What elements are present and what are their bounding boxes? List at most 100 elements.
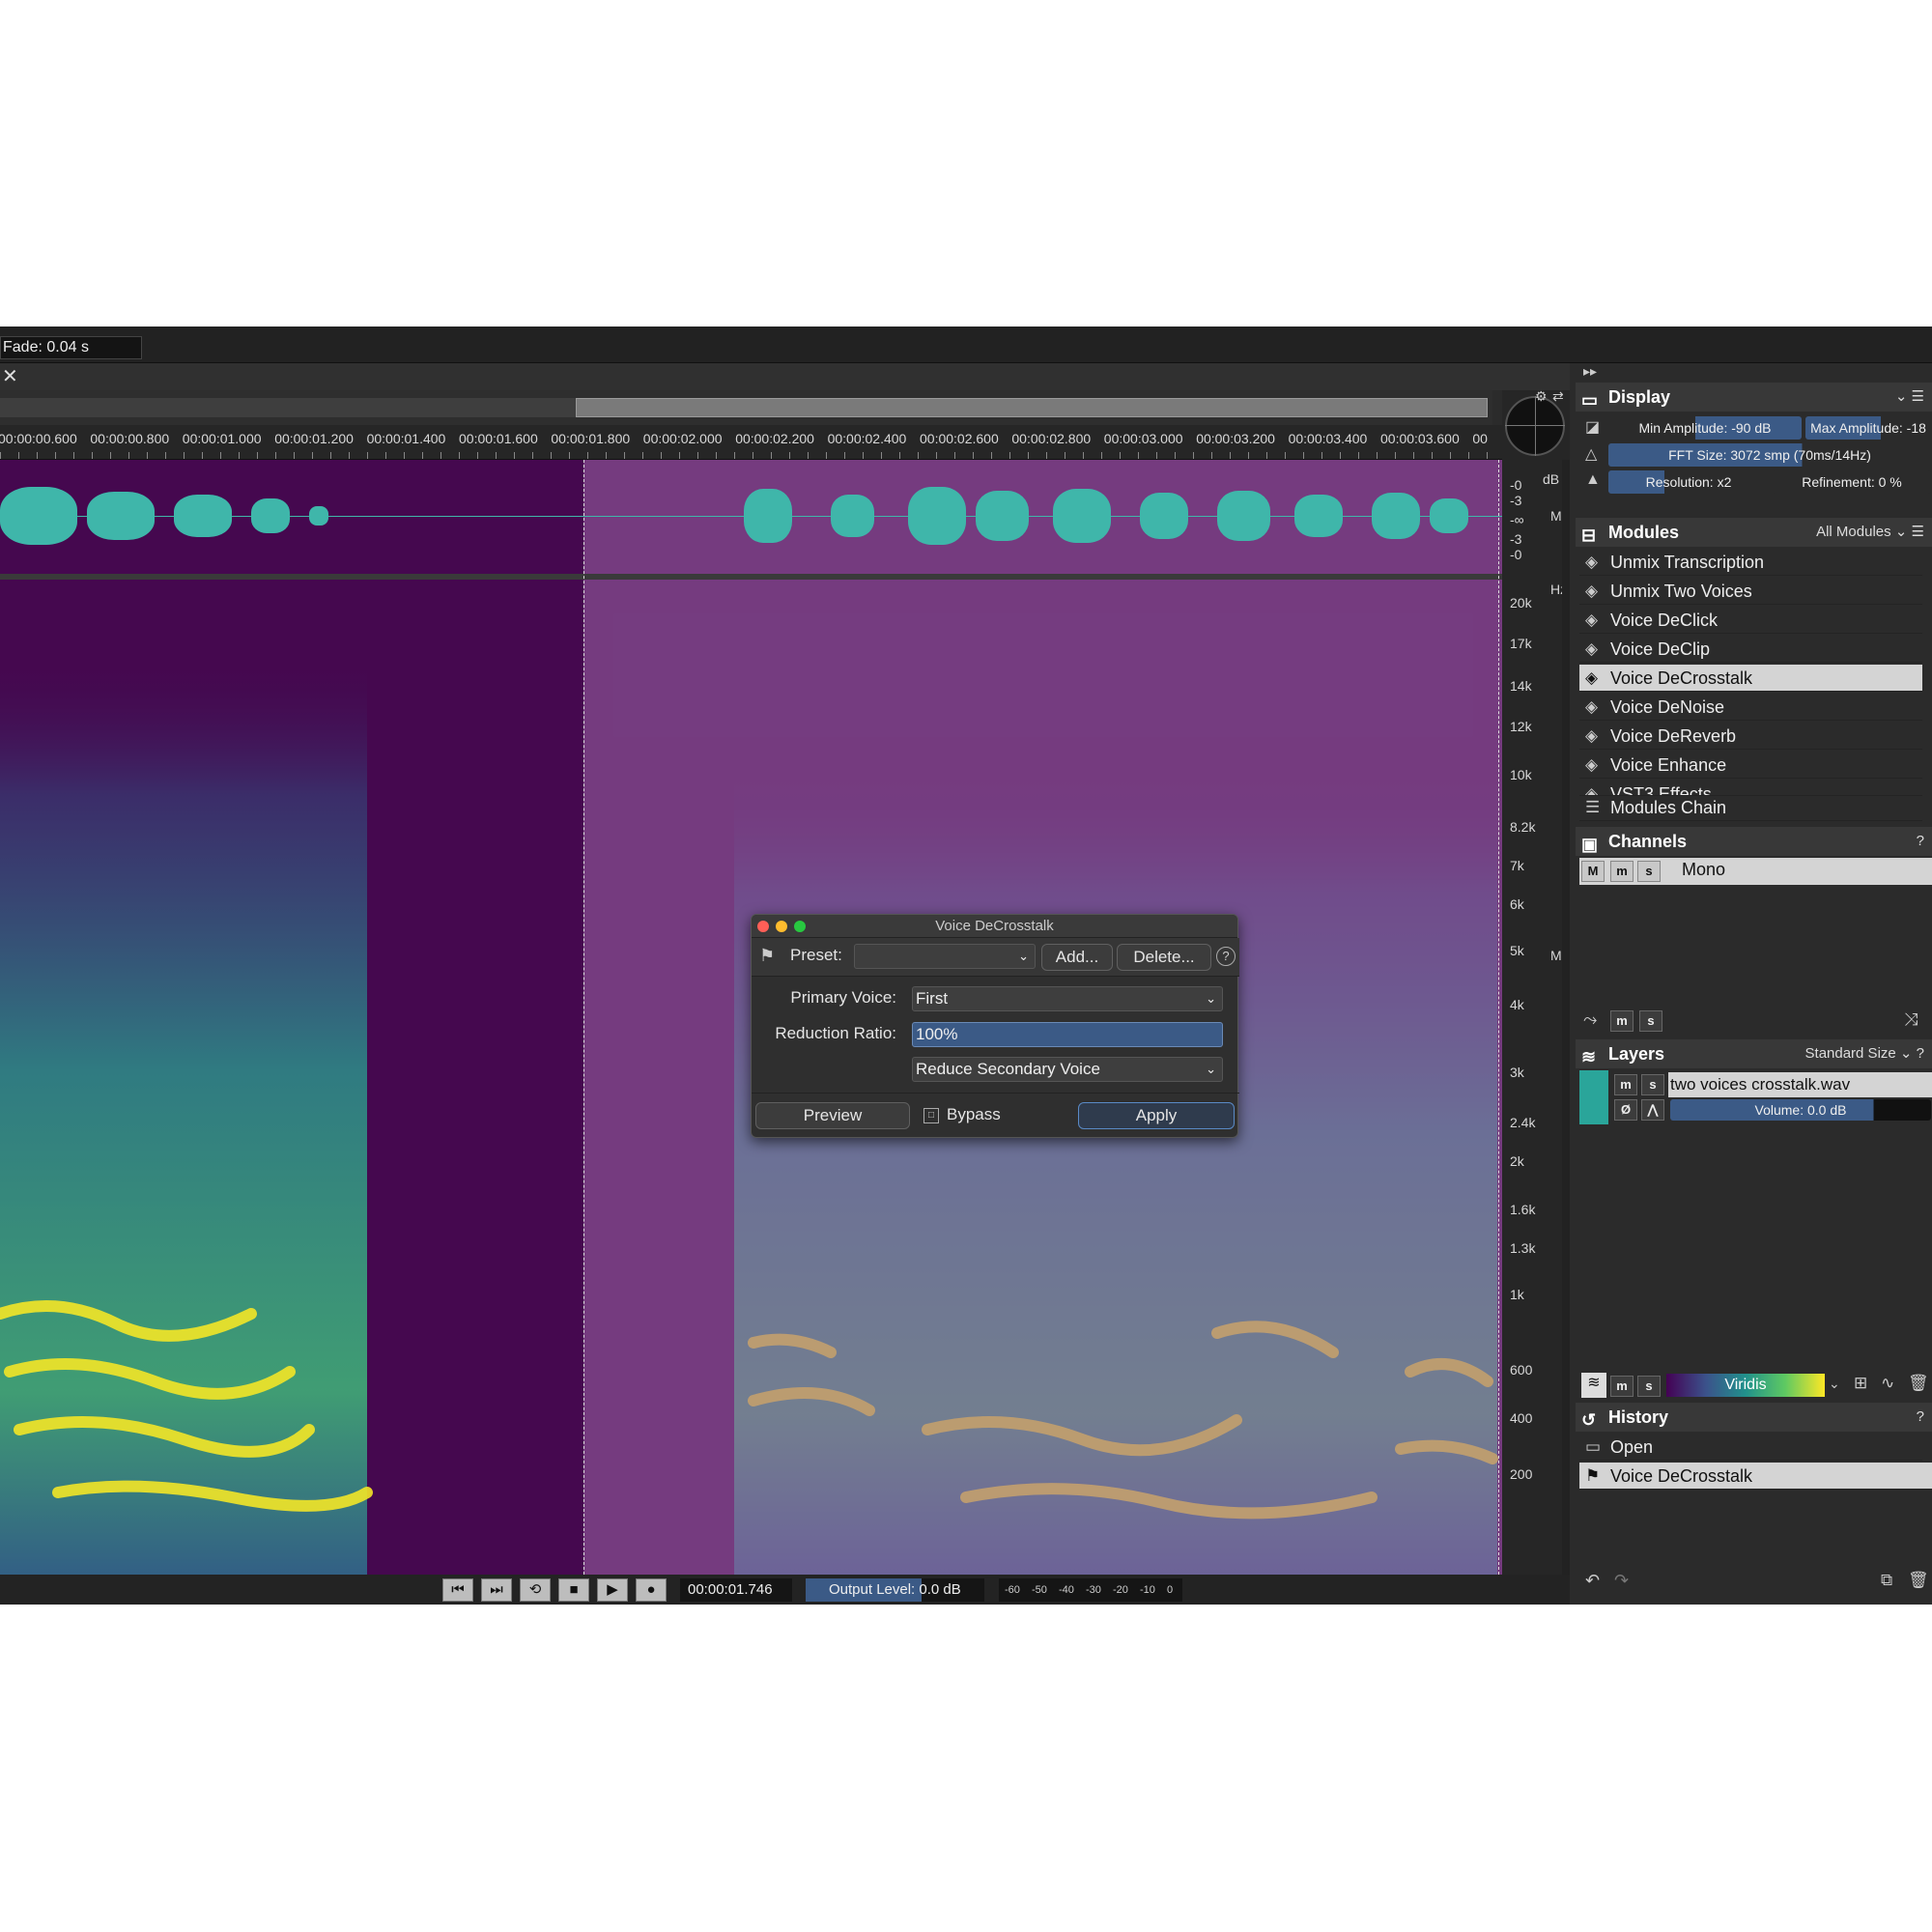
preview-button[interactable]: Preview xyxy=(755,1102,910,1129)
all-channels-solo-button[interactable]: s xyxy=(1639,1010,1662,1032)
overview-visible-region[interactable] xyxy=(576,398,1488,417)
trash-icon[interactable]: 🗑 xyxy=(1908,1571,1929,1590)
route-icon[interactable]: ⤳ xyxy=(1583,1009,1597,1030)
app-window: Fade: 0.04 s ✕ ⚙ ⇄ 00:00:00.600 00:00:00.… xyxy=(0,327,1932,1605)
apply-button[interactable]: Apply xyxy=(1078,1102,1235,1129)
play-icon[interactable]: ▶ xyxy=(597,1578,628,1602)
ruler-tick-label: 00:00:02.600 xyxy=(920,431,999,446)
module-item[interactable]: ◈ Voice DeNoise xyxy=(1579,694,1922,721)
db-unit: dB xyxy=(1543,471,1560,487)
help-icon[interactable]: ? xyxy=(1917,1045,1924,1062)
waveform-selection[interactable] xyxy=(583,460,1502,574)
layers-mute-button[interactable]: m xyxy=(1610,1376,1634,1397)
db-scale-label: -3 xyxy=(1510,493,1522,508)
fft-size-slider[interactable]: FFT Size: 3072 smp (70ms/14Hz) xyxy=(1608,443,1931,467)
add-preset-button[interactable]: Add... xyxy=(1041,944,1113,971)
copy-icon[interactable]: ⧉ xyxy=(1881,1571,1892,1590)
display-menu-icon[interactable]: ⌄ ☰ xyxy=(1895,383,1924,412)
collapse-panel-icon[interactable]: ▸▸ xyxy=(1583,363,1597,380)
layer-stack-icon[interactable]: ≋ xyxy=(1581,1373,1606,1398)
minimize-window-icon[interactable] xyxy=(776,921,787,932)
envelope-icon[interactable]: ⋀ xyxy=(1641,1099,1664,1121)
module-item[interactable]: ◈ Unmix Transcription xyxy=(1579,549,1922,576)
chevron-down-icon[interactable]: ⌄ xyxy=(1829,1376,1840,1392)
gear-icon[interactable]: ⚙ xyxy=(1535,388,1548,405)
folder-icon: ▭ xyxy=(1585,1437,1602,1456)
playhead-cursor[interactable] xyxy=(583,460,585,1575)
shuffle-icon[interactable]: ⤨ xyxy=(1904,1009,1918,1030)
help-icon[interactable]: ? xyxy=(1917,1403,1924,1432)
close-window-icon[interactable] xyxy=(757,921,769,932)
module-item[interactable]: ◈ Voice Enhance xyxy=(1579,752,1922,779)
display-panel-header[interactable]: ▭ Display ⌄ ☰ xyxy=(1576,383,1932,412)
trash-icon[interactable]: 🗑 xyxy=(1908,1374,1929,1393)
colormap-select[interactable]: Viridis xyxy=(1666,1374,1825,1397)
layers-panel-header[interactable]: ≋ Layers Standard Size ⌄ ? xyxy=(1576,1039,1932,1068)
min-amplitude-slider[interactable]: Min Amplitude: -90 dB xyxy=(1608,416,1802,440)
loop-icon[interactable]: ⟲ xyxy=(520,1578,551,1602)
frequency-scale-label: 10k xyxy=(1510,767,1532,782)
bypass-checkbox[interactable]: □ xyxy=(923,1108,939,1123)
swap-icon[interactable]: ⇄ xyxy=(1552,388,1564,405)
redo-icon[interactable]: ↷ xyxy=(1614,1571,1629,1591)
history-item-decrosstalk[interactable]: ⚑ Voice DeCrosstalk xyxy=(1579,1463,1932,1490)
spectrogram-view[interactable]: Voice DeCrosstalk ⚑ Preset: ⌄ Add... Del… xyxy=(0,580,1502,1575)
overview-left-region xyxy=(0,398,576,417)
waveform-view[interactable] xyxy=(0,460,1502,574)
refinement-slider[interactable]: Refinement: 0 % xyxy=(1773,470,1931,494)
all-channels-mute-button[interactable]: m xyxy=(1610,1010,1634,1032)
module-item[interactable]: ◈ Voice DeClick xyxy=(1579,607,1922,634)
layers-size-select[interactable]: Standard Size ⌄ ? xyxy=(1805,1039,1924,1068)
output-level-slider[interactable]: Output Level: 0.0 dB xyxy=(806,1578,984,1602)
selection-end-line[interactable] xyxy=(1498,460,1500,1575)
channels-panel-header[interactable]: ▣ Channels ? xyxy=(1576,827,1932,856)
reduction-ratio-slider[interactable]: 100% xyxy=(912,1022,1223,1047)
overview-bar[interactable] xyxy=(0,390,1492,425)
layer-solo-button[interactable]: s xyxy=(1641,1074,1664,1095)
module-item[interactable]: ◈ Unmix Two Voices xyxy=(1579,578,1922,605)
vertical-scale[interactable]: dB M Hz M -0 -3 -∞ -3 -0 20k 17k 14k 12k 10k 8.2k 7… xyxy=(1502,460,1570,1575)
zoom-navigator[interactable]: ⚙ ⇄ xyxy=(1502,388,1570,460)
resolution-slider[interactable]: Resolution: x2 xyxy=(1608,470,1769,494)
modules-chain-item[interactable]: ☰ Modules Chain xyxy=(1579,794,1922,821)
module-item[interactable]: ◈ Voice DeReverb xyxy=(1579,723,1922,750)
skip-back-icon[interactable]: ⏮ xyxy=(442,1578,473,1602)
layers-solo-button[interactable]: s xyxy=(1637,1376,1661,1397)
waveform-plus-icon[interactable]: ∿ xyxy=(1881,1374,1894,1393)
channel-mute-button[interactable]: m xyxy=(1610,861,1634,882)
frequency-scale-label: 5k xyxy=(1510,943,1524,958)
stop-icon[interactable]: ■ xyxy=(558,1578,589,1602)
history-panel-header[interactable]: ↺ History ? xyxy=(1576,1403,1932,1432)
fade-field[interactable]: Fade: 0.04 s xyxy=(0,336,142,359)
primary-voice-select[interactable]: First ⌄ xyxy=(912,986,1223,1011)
channel-solo-button[interactable]: s xyxy=(1637,861,1661,882)
channel-row-mono[interactable]: M m s Mono xyxy=(1579,858,1932,885)
help-icon[interactable]: ? xyxy=(1216,947,1236,966)
record-icon[interactable]: ● xyxy=(636,1578,667,1602)
add-layer-icon[interactable]: ⊞ xyxy=(1854,1374,1867,1393)
module-item[interactable]: ◈ Voice DeCrosstalk xyxy=(1579,665,1922,692)
maximize-window-icon[interactable] xyxy=(794,921,806,932)
preset-select[interactable]: ⌄ xyxy=(854,944,1036,969)
close-icon[interactable]: ✕ xyxy=(2,365,21,388)
undo-icon[interactable]: ↶ xyxy=(1585,1571,1600,1591)
history-item-open[interactable]: ▭ Open xyxy=(1579,1434,1922,1461)
module-item[interactable]: ◈ Voice DeClip xyxy=(1579,636,1922,663)
modules-filter[interactable]: All Modules ⌄ ☰ xyxy=(1816,518,1924,547)
time-ruler[interactable]: 00:00:00.600 00:00:00.800 00:00:01.000 00:0… xyxy=(0,425,1502,460)
layer-volume-slider[interactable]: Volume: 0.0 dB xyxy=(1670,1099,1931,1121)
help-icon[interactable]: ? xyxy=(1917,827,1924,856)
modules-panel-header[interactable]: ⊟ Modules All Modules ⌄ ☰ xyxy=(1576,518,1932,547)
declick-icon: ◈ xyxy=(1585,611,1599,629)
phase-invert-icon[interactable]: Ø xyxy=(1614,1099,1637,1121)
layer-name[interactable]: two voices crosstalk.wav xyxy=(1668,1072,1932,1097)
delete-preset-button[interactable]: Delete... xyxy=(1117,944,1211,971)
mode-select[interactable]: Reduce Secondary Voice ⌄ xyxy=(912,1057,1223,1082)
channel-name: Mono xyxy=(1682,860,1726,879)
max-amplitude-slider[interactable]: Max Amplitude: -18 dB xyxy=(1805,416,1931,459)
skip-forward-icon[interactable]: ⏭ xyxy=(481,1578,512,1602)
dialog-titlebar[interactable]: Voice DeCrosstalk xyxy=(752,915,1237,938)
vertical-scrollbar[interactable] xyxy=(1562,460,1570,1575)
layer-mute-button[interactable]: m xyxy=(1614,1074,1637,1095)
channel-m-button[interactable]: M xyxy=(1581,861,1605,882)
